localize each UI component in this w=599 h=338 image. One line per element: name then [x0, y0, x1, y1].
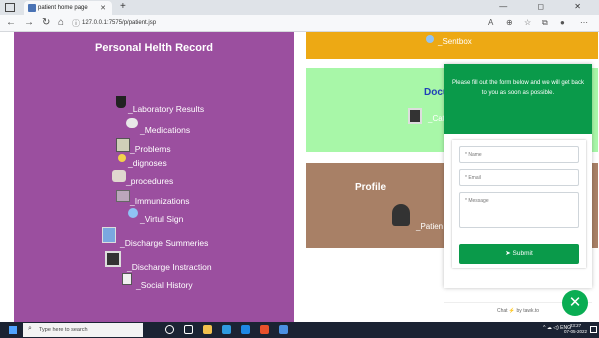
clock-date: 07-05-2022	[563, 329, 587, 334]
address-bar-row: ← → ↻ ⌂ ⓘ 127.0.0.1:7575/p/patient.jsp A…	[0, 15, 599, 32]
taskbar-search-input[interactable]: ⌕ Type here to search	[23, 323, 143, 337]
sidebar-item-discharge-instraction[interactable]: _Discharge Instraction	[127, 262, 212, 272]
task-view-icon[interactable]	[184, 325, 193, 334]
submit-label: Submit	[512, 250, 533, 257]
syringe-icon	[116, 190, 130, 202]
tab-title: patient home page	[38, 5, 88, 11]
search-icon: ⌕	[28, 325, 32, 332]
forward-icon[interactable]: →	[24, 17, 34, 28]
lab-flask-icon	[116, 96, 126, 108]
sidebar-item-medications[interactable]: _Medications	[140, 125, 190, 135]
sentbox-icon	[426, 35, 434, 43]
browser-tab-bar: patient home page ✕ + — ◻ ✕	[0, 0, 599, 15]
more-icon[interactable]: ⋯	[580, 18, 588, 27]
read-aloud-icon[interactable]: A	[488, 18, 493, 27]
info-icon[interactable]: ⓘ	[72, 18, 80, 29]
procedure-icon	[112, 170, 126, 182]
discharge-summary-icon	[102, 227, 116, 243]
clipboard-icon	[116, 138, 130, 152]
url-field[interactable]: 127.0.0.1:7575/p/patient.jsp	[82, 20, 156, 26]
sidebar-item-problems[interactable]: _Problems	[130, 144, 171, 154]
taskbar-search-placeholder: Type here to search	[39, 327, 88, 333]
documents-icon	[408, 108, 422, 124]
message-field[interactable]: * Message	[459, 192, 579, 228]
refresh-icon[interactable]: ↻	[42, 17, 50, 28]
documents-sublabel[interactable]: _Cat	[428, 114, 445, 123]
send-icon: ➤	[505, 250, 513, 257]
chat-form: * Name * Email * Message ➤ Submit	[452, 140, 586, 268]
vital-sign-icon	[128, 208, 138, 218]
chat-header: Please fill out the form below and we wi…	[444, 64, 592, 134]
windows-start-icon[interactable]	[9, 326, 17, 334]
home-icon[interactable]: ⌂	[58, 17, 64, 28]
phr-title: Personal Helth Record	[95, 42, 213, 54]
window-menu-icon[interactable]	[5, 3, 15, 12]
store-icon[interactable]	[241, 325, 250, 334]
window-controls[interactable]: — ◻ ✕	[499, 2, 595, 11]
office-icon[interactable]	[260, 325, 269, 334]
back-icon[interactable]: ←	[6, 17, 16, 28]
sidebar-item-dignoses[interactable]: _dignoses	[128, 158, 167, 168]
profile-icon[interactable]: ●	[560, 18, 565, 27]
pills-icon	[126, 118, 138, 128]
page-favicon-icon	[28, 4, 36, 12]
windows-taskbar: ⌕ Type here to search ^ ☁ ◁) ENG 23:27 0…	[0, 322, 599, 338]
taskbar-clock[interactable]: 23:27 07-05-2022	[564, 323, 587, 335]
notification-icon[interactable]	[590, 326, 597, 333]
name-field[interactable]: * Name	[459, 146, 579, 163]
new-tab-button[interactable]: +	[120, 1, 126, 12]
profile-title: Profile	[355, 182, 387, 193]
powered-prefix: Chat	[496, 308, 508, 314]
sidebar-item-immunizations[interactable]: _Immunizations	[130, 196, 190, 206]
diagnosis-icon	[118, 154, 126, 162]
sidebar-item-laboratory-results[interactable]: _Laboratory Results	[128, 104, 204, 114]
chat-widget: Please fill out the form below and we wi…	[444, 64, 592, 288]
favorite-icon[interactable]: ☆	[524, 18, 531, 27]
email-field[interactable]: * Email	[459, 169, 579, 186]
page-content: Personal Helth Record _Laboratory Result…	[0, 32, 599, 322]
app-icon[interactable]	[279, 325, 288, 334]
sidebar-item-social-history[interactable]: _Social History	[136, 280, 193, 290]
file-explorer-icon[interactable]	[203, 325, 212, 334]
sidebar-item-procedures[interactable]: _procedures	[126, 176, 173, 186]
social-history-icon	[122, 273, 132, 285]
discharge-instruction-icon	[105, 251, 121, 267]
edge-icon[interactable]	[222, 325, 231, 334]
sidebar-item-discharge-summeries[interactable]: _Discharge Summeries	[120, 238, 208, 248]
powered-by-label: by tawk.to	[516, 308, 540, 314]
close-tab-icon[interactable]: ✕	[100, 4, 106, 12]
phr-sidebar: Personal Helth Record _Laboratory Result…	[14, 32, 294, 322]
cortana-icon[interactable]	[165, 325, 174, 334]
collections-icon[interactable]: ⧉	[542, 18, 548, 28]
patient-avatar-icon	[392, 204, 410, 226]
zoom-icon[interactable]: ⊕	[506, 18, 513, 27]
submit-button[interactable]: ➤ Submit	[459, 244, 579, 264]
chat-close-button[interactable]: ✕	[562, 290, 588, 316]
profile-sublabel[interactable]: _Patien	[416, 222, 443, 231]
sentbox-label[interactable]: _Sentbox	[438, 37, 472, 46]
sidebar-item-virtul-sign[interactable]: _Virtul Sign	[140, 214, 183, 224]
tawk-logo-icon: ⚡	[508, 308, 516, 314]
browser-tab[interactable]: patient home page ✕	[24, 1, 112, 15]
